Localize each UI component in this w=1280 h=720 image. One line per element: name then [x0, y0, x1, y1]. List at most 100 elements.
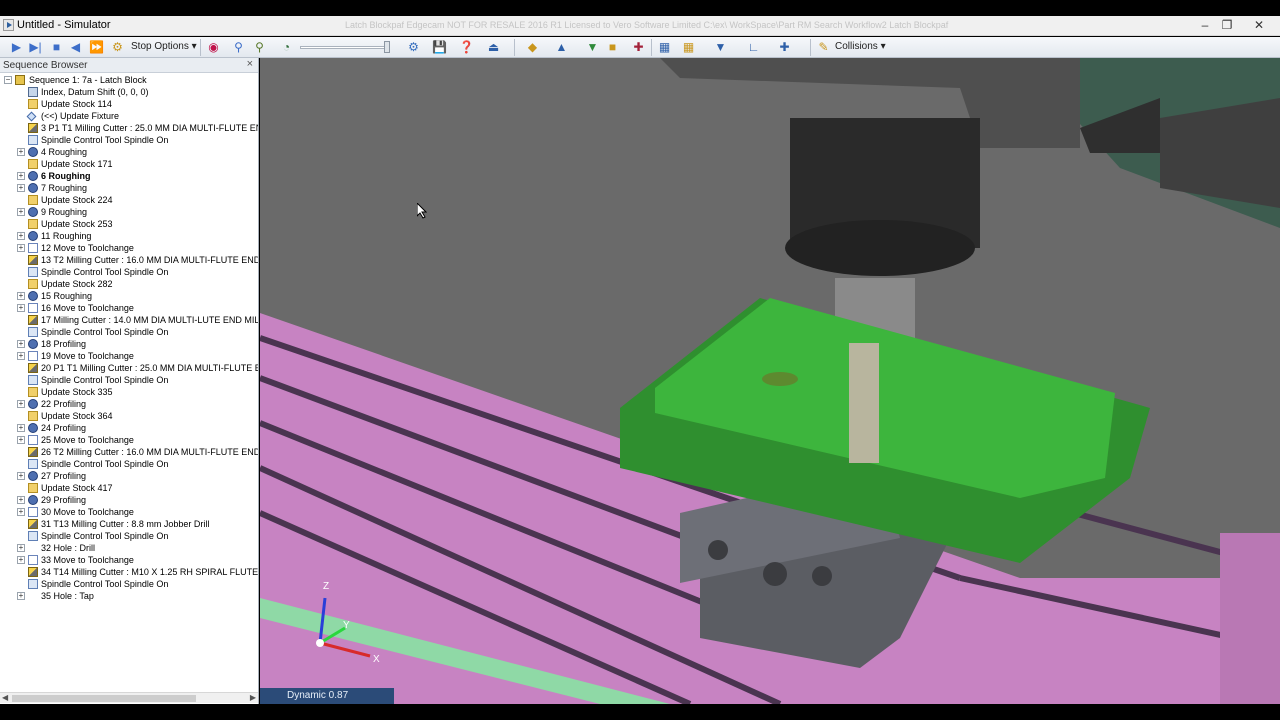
tree-item[interactable]: +7 Roughing [0, 182, 258, 194]
tree-item[interactable]: Update Stock 282 [0, 278, 258, 290]
stop-options-dropdown[interactable]: Stop Options ▾ [131, 41, 197, 52]
play-icon[interactable]: ▶ [8, 39, 25, 56]
tree-item[interactable]: +35 Hole : Tap [0, 590, 258, 602]
expand-toggle-icon[interactable]: + [17, 148, 25, 156]
tree-item[interactable]: Index, Datum Shift (0, 0, 0) [0, 86, 258, 98]
part-view-icon[interactable]: ■ [604, 39, 621, 56]
expand-toggle-icon[interactable]: + [17, 208, 25, 216]
tree-item[interactable]: +25 Move to Toolchange [0, 434, 258, 446]
tree-item[interactable]: Update Stock 114 [0, 98, 258, 110]
scroll-left-icon[interactable]: ◀ [2, 693, 8, 702]
save-icon[interactable]: 💾 [431, 39, 448, 56]
view-iso-icon[interactable]: ▲ [553, 39, 570, 56]
tree-item[interactable]: Spindle Control Tool Spindle On [0, 326, 258, 338]
tree-item[interactable]: +6 Roughing [0, 170, 258, 182]
tree-item[interactable]: Spindle Control Tool Spindle On [0, 578, 258, 590]
tree-item[interactable]: (<<) Update Fixture [0, 110, 258, 122]
expand-toggle-icon[interactable]: + [17, 472, 25, 480]
tree-item[interactable]: +12 Move to Toolchange [0, 242, 258, 254]
record-icon[interactable]: ◉ [205, 39, 222, 56]
options-icon[interactable]: ⚙ [109, 39, 126, 56]
expand-toggle-icon[interactable]: − [4, 76, 12, 84]
tree-item[interactable]: +4 Roughing [0, 146, 258, 158]
tree-item[interactable]: +11 Roughing [0, 230, 258, 242]
expand-toggle-icon[interactable]: + [17, 400, 25, 408]
expand-toggle-icon[interactable]: + [17, 292, 25, 300]
expand-toggle-icon[interactable]: + [17, 232, 25, 240]
collisions-icon[interactable]: ✎ [815, 39, 832, 56]
scroll-right-icon[interactable]: ▶ [250, 693, 256, 702]
step-back-icon[interactable]: ◀ [67, 39, 84, 56]
scrollbar-thumb[interactable] [12, 695, 196, 702]
tree-item[interactable]: +27 Profiling [0, 470, 258, 482]
expand-toggle-icon[interactable]: + [17, 436, 25, 444]
tree-item[interactable]: 34 T14 Milling Cutter : M10 X 1.25 RH SP… [0, 566, 258, 578]
expand-toggle-icon[interactable]: + [17, 352, 25, 360]
tree-item[interactable]: Spindle Control Tool Spindle On [0, 134, 258, 146]
tool-view-icon[interactable]: ▼ [584, 39, 601, 56]
settings-icon[interactable]: ⚙ [405, 39, 422, 56]
close-icon[interactable]: × [247, 58, 253, 70]
speed-icon[interactable]: ◔ [278, 39, 295, 56]
expand-toggle-icon[interactable]: + [17, 544, 25, 552]
expand-toggle-icon[interactable]: + [17, 592, 25, 600]
tree-item[interactable]: 17 Milling Cutter : 14.0 MM DIA MULTI-LU… [0, 314, 258, 326]
eject-icon[interactable]: ⏏ [485, 39, 502, 56]
simulation-viewport[interactable]: Z X Y [260, 58, 1280, 704]
tree-item[interactable]: 3 P1 T1 Milling Cutter : 25.0 MM DIA MUL… [0, 122, 258, 134]
slider-thumb[interactable] [384, 41, 390, 53]
tree-item[interactable]: Spindle Control Tool Spindle On [0, 458, 258, 470]
tree-item[interactable]: Spindle Control Tool Spindle On [0, 530, 258, 542]
collisions-dropdown[interactable]: Collisions ▾ [835, 41, 886, 52]
tree-item[interactable]: +16 Move to Toolchange [0, 302, 258, 314]
tree-item[interactable]: 13 T2 Milling Cutter : 16.0 MM DIA MULTI… [0, 254, 258, 266]
expand-toggle-icon[interactable]: + [17, 508, 25, 516]
expand-toggle-icon[interactable]: + [17, 184, 25, 192]
tree-item[interactable]: +19 Move to Toolchange [0, 350, 258, 362]
zoom-icon[interactable]: ⚲ [230, 39, 247, 56]
zoom-fit-icon[interactable]: ⚲ [251, 39, 268, 56]
tree-item[interactable]: 31 T13 Milling Cutter : 8.8 mm Jobber Dr… [0, 518, 258, 530]
tree-item[interactable]: +30 Move to Toolchange [0, 506, 258, 518]
tree-item[interactable]: +32 Hole : Drill [0, 542, 258, 554]
snap-icon[interactable]: ✚ [776, 39, 793, 56]
tree-item[interactable]: − Sequence 1: 7a - Latch Block [0, 74, 258, 86]
expand-toggle-icon[interactable]: + [17, 340, 25, 348]
expand-toggle-icon[interactable]: + [17, 496, 25, 504]
step-forward-icon[interactable]: ▶| [27, 39, 44, 56]
tree-item[interactable]: Spindle Control Tool Spindle On [0, 374, 258, 386]
tree-item[interactable]: +22 Profiling [0, 398, 258, 410]
tree-item[interactable]: Update Stock 171 [0, 158, 258, 170]
tree-item[interactable]: +24 Profiling [0, 422, 258, 434]
expand-toggle-icon[interactable]: + [17, 172, 25, 180]
expand-toggle-icon[interactable]: + [17, 556, 25, 564]
tree-item[interactable]: Update Stock 224 [0, 194, 258, 206]
toolpath-icon[interactable]: ✚ [630, 39, 647, 56]
fast-forward-icon[interactable]: ⏩ [88, 39, 105, 56]
axis-icon[interactable]: ∟ [745, 39, 762, 56]
horizontal-scrollbar[interactable]: ◀ ▶ [0, 692, 258, 703]
tree-item[interactable]: 20 P1 T1 Milling Cutter : 25.0 MM DIA MU… [0, 362, 258, 374]
tree-item[interactable]: Update Stock 417 [0, 482, 258, 494]
tree-item[interactable]: Update Stock 253 [0, 218, 258, 230]
close-window-button[interactable]: ✕ [1248, 17, 1270, 34]
tree-item[interactable]: Spindle Control Tool Spindle On [0, 266, 258, 278]
machine-icon[interactable]: ▼ [712, 39, 729, 56]
tree-item[interactable]: Update Stock 335 [0, 386, 258, 398]
help-icon[interactable]: ❓ [458, 39, 475, 56]
tree-item[interactable]: +18 Profiling [0, 338, 258, 350]
speed-slider[interactable] [300, 41, 392, 53]
stop-icon[interactable]: ■ [48, 39, 65, 56]
expand-toggle-icon[interactable]: + [17, 304, 25, 312]
minimize-button[interactable]: – [1194, 17, 1216, 34]
tree-item[interactable]: +15 Roughing [0, 290, 258, 302]
section-icon[interactable]: ▦ [680, 39, 697, 56]
maximize-button[interactable]: ❐ [1216, 17, 1238, 34]
view-yellow-icon[interactable]: ◆ [524, 39, 541, 56]
tree-item[interactable]: 26 T2 Milling Cutter : 16.0 MM DIA MULTI… [0, 446, 258, 458]
tree-item[interactable]: Update Stock 364 [0, 410, 258, 422]
measure-icon[interactable]: ▦ [656, 39, 673, 56]
expand-toggle-icon[interactable]: + [17, 424, 25, 432]
tree-item[interactable]: +9 Roughing [0, 206, 258, 218]
tree-item[interactable]: +33 Move to Toolchange [0, 554, 258, 566]
